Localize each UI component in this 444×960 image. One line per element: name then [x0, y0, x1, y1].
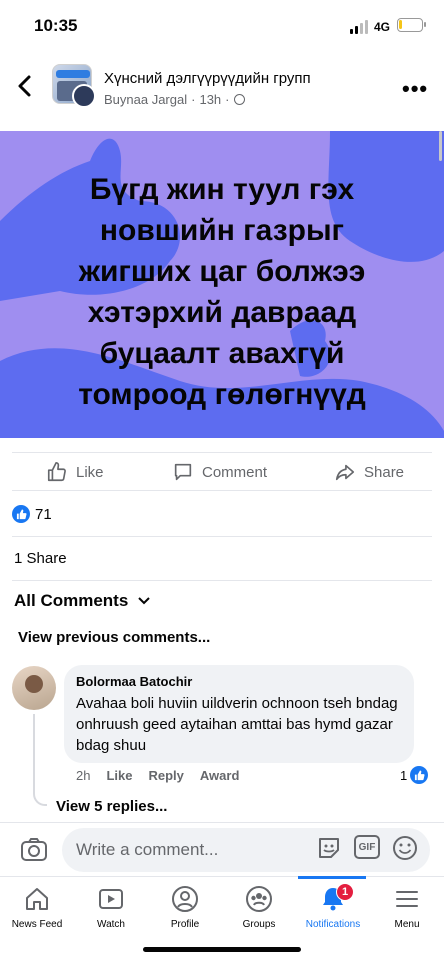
comment-input-icons: GIF: [316, 835, 418, 861]
video-icon: [99, 889, 123, 909]
nav-label: Watch: [97, 919, 125, 930]
notification-badge: 1: [336, 883, 354, 901]
share-button[interactable]: Share: [334, 461, 404, 483]
post-action-bar: Like Comment Share: [12, 452, 432, 490]
nav-label: Menu: [394, 919, 420, 930]
home-icon: [26, 888, 48, 910]
more-options-icon[interactable]: •••: [402, 76, 428, 102]
thumbs-up-icon: [47, 462, 66, 482]
share-label: Share: [364, 463, 405, 481]
globe-icon: [233, 94, 245, 105]
comment-time: 2h: [76, 768, 91, 783]
emoji-icon[interactable]: [392, 835, 418, 861]
post-header: Хүнсний дэлгүүрүүдийн групп Buynaa Jarga…: [0, 58, 444, 118]
comment-reaction-summary[interactable]: 1: [400, 766, 429, 784]
post-time: 13h: [199, 92, 222, 107]
like-button[interactable]: Like: [46, 461, 104, 483]
gif-icon[interactable]: GIF: [354, 835, 380, 859]
comment-reply-button[interactable]: Reply: [148, 768, 183, 783]
nav-label: Profile: [170, 919, 200, 930]
comments-filter-dropdown[interactable]: All Comments: [14, 591, 151, 611]
reaction-count: 71: [35, 505, 52, 523]
camera-icon[interactable]: [20, 837, 48, 863]
group-avatar[interactable]: [52, 64, 98, 108]
network-label: 4G: [374, 20, 391, 34]
view-previous-comments[interactable]: View previous comments...: [18, 629, 210, 646]
divider: [12, 490, 432, 491]
scrollbar[interactable]: [439, 131, 442, 161]
nav-news-feed[interactable]: News Feed: [0, 885, 74, 930]
nav-label: News Feed: [11, 919, 63, 930]
comment-button[interactable]: Comment: [172, 461, 267, 483]
battery-level: [399, 20, 402, 29]
comment-author[interactable]: Bolormaa Batochir: [76, 674, 402, 689]
nav-notifications[interactable]: 1 Notifications: [296, 883, 370, 930]
comment-like-button[interactable]: Like: [106, 768, 132, 783]
nav-label: Notifications: [305, 919, 361, 930]
comment-label: Comment: [202, 463, 268, 481]
like-reaction-icon: [410, 766, 429, 784]
divider: [12, 536, 432, 537]
nav-watch[interactable]: Watch: [74, 885, 148, 930]
group-name[interactable]: Хүнсний дэлгүүрүүдийн групп: [104, 70, 311, 87]
comment-actions: 2h Like Reply Award: [76, 768, 239, 783]
author-avatar[interactable]: [72, 84, 96, 108]
groups-icon: [246, 886, 272, 912]
nav-profile[interactable]: Profile: [148, 885, 222, 930]
reaction-summary[interactable]: 71: [12, 505, 52, 523]
share-count[interactable]: 1 Share: [14, 550, 67, 567]
sticker-icon[interactable]: [316, 835, 342, 861]
comments-filter-label: All Comments: [14, 591, 129, 610]
nav-groups[interactable]: Groups: [222, 885, 296, 930]
comment-bubble[interactable]: Bolormaa Batochir Avahaa boli huviin uil…: [64, 665, 414, 763]
comment-award-button[interactable]: Award: [200, 768, 240, 783]
post-image-text: Бүгд жин туул гэх новшийн газрыг жигших …: [78, 173, 366, 411]
battery-icon: [397, 18, 426, 32]
post-image[interactable]: Бүгд жин туул гэх новшийн газрыг жигших …: [0, 131, 444, 438]
write-comment-bar: GIF: [0, 822, 444, 876]
nav-label: Groups: [242, 919, 276, 930]
comment-icon: [174, 463, 192, 481]
post-meta: Buynaa Jargal · 13h ·: [104, 92, 245, 107]
signal-icon: [350, 20, 368, 34]
view-replies[interactable]: View 5 replies...: [56, 798, 167, 815]
reply-thread-line: [33, 714, 47, 806]
divider: [12, 580, 432, 581]
comment-text: Avahaa boli huviin uildverin ochnoon tse…: [76, 695, 398, 754]
active-tab-indicator: [298, 876, 366, 879]
chevron-down-icon: [138, 597, 151, 605]
author-name[interactable]: Buynaa Jargal: [104, 92, 187, 107]
back-arrow-icon[interactable]: [14, 72, 36, 100]
commenter-avatar[interactable]: [12, 666, 56, 710]
status-bar: 10:35 4G: [0, 0, 444, 52]
home-indicator[interactable]: [143, 947, 301, 952]
nav-menu[interactable]: Menu: [370, 885, 444, 930]
like-reaction-icon: [12, 505, 30, 523]
comment-reaction-count: 1: [400, 767, 408, 783]
bottom-navigation: News Feed Watch Profile Groups 1 Notific…: [0, 876, 444, 960]
share-icon: [335, 464, 355, 481]
menu-icon: [396, 891, 418, 907]
status-time: 10:35: [34, 16, 78, 35]
profile-icon: [172, 886, 198, 912]
like-label: Like: [76, 463, 104, 481]
